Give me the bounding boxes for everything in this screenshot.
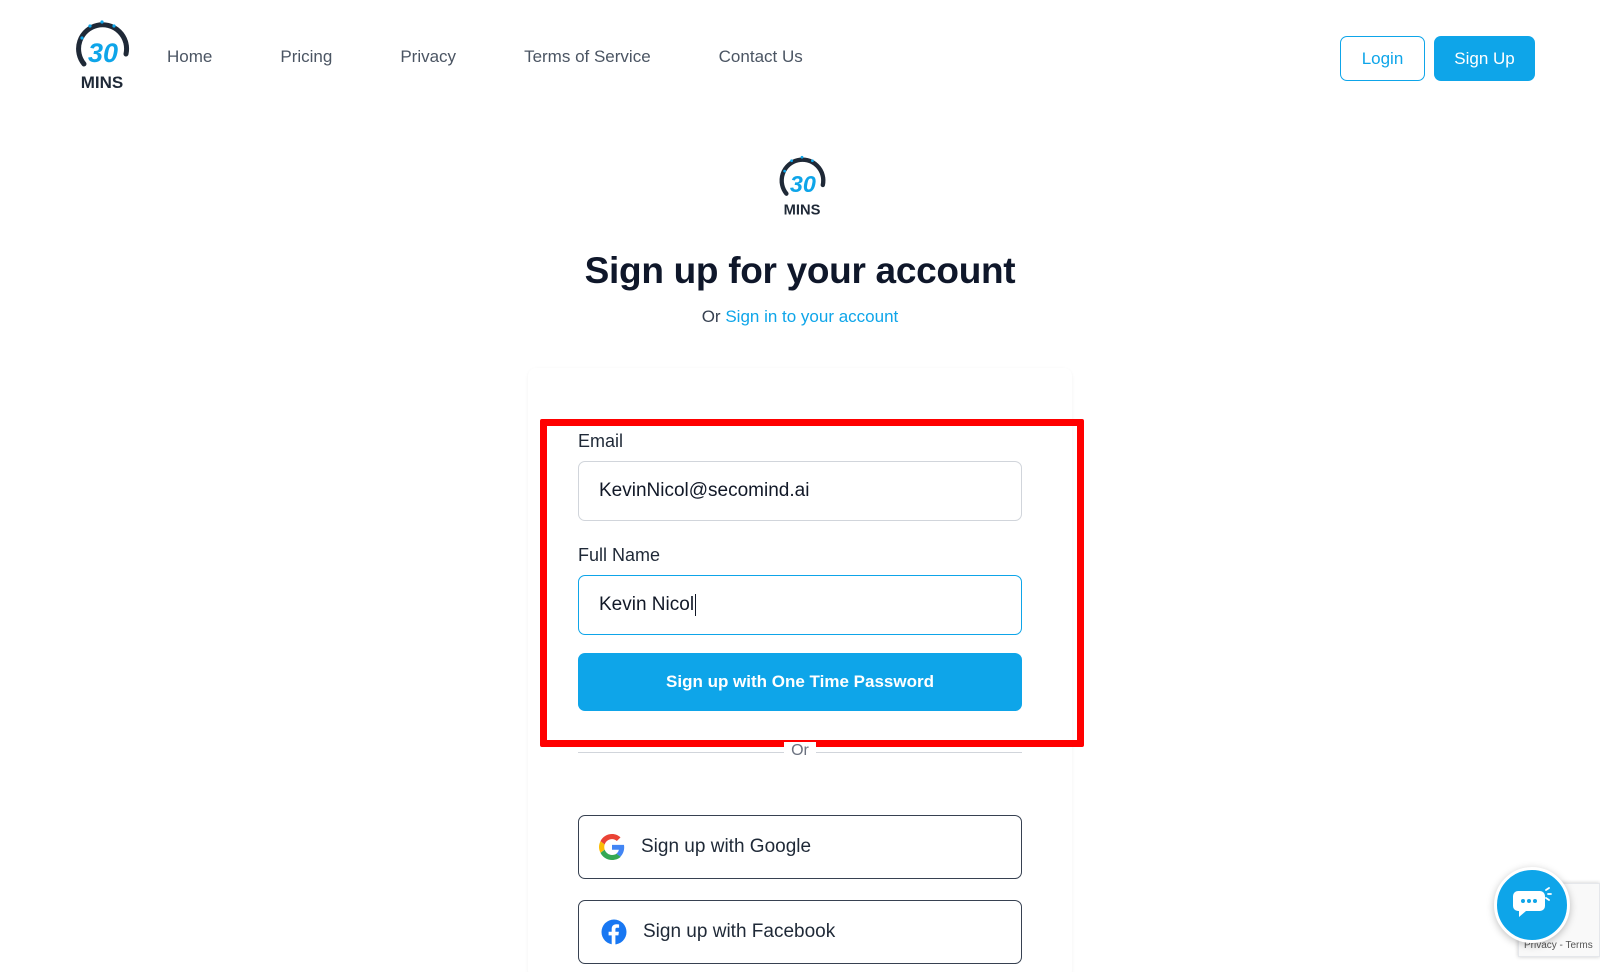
- nav-privacy[interactable]: Privacy: [400, 46, 456, 68]
- google-button-label: Sign up with Google: [641, 836, 812, 857]
- nav-terms[interactable]: Terms of Service: [524, 46, 651, 68]
- facebook-signup-button[interactable]: Sign up with Facebook: [578, 900, 1022, 964]
- center-logo-icon: 30 MINS: [779, 155, 826, 218]
- page-title: Sign up for your account: [584, 250, 1016, 291]
- otp-signup-button[interactable]: Sign up with One Time Password: [578, 653, 1022, 711]
- brand-logo-icon[interactable]: 30 MINS: [72, 16, 132, 92]
- header-signup-button[interactable]: Sign Up: [1434, 36, 1535, 81]
- google-icon: [599, 834, 625, 860]
- sign-in-link[interactable]: Sign in to your account: [725, 307, 898, 326]
- email-value: KevinNicol@secomind.ai: [599, 480, 810, 501]
- full-name-field[interactable]: Kevin Nicol: [578, 575, 1022, 635]
- full-name-value: Kevin Nicol: [599, 594, 695, 615]
- nav-home[interactable]: Home: [167, 46, 212, 68]
- login-button[interactable]: Login: [1340, 36, 1425, 81]
- center-logo-text: MINS: [784, 202, 821, 218]
- subtitle-prefix: Or: [701, 307, 721, 326]
- nav-contact[interactable]: Contact Us: [719, 46, 803, 68]
- google-signup-button[interactable]: Sign up with Google: [578, 815, 1022, 879]
- facebook-icon: [601, 919, 627, 945]
- divider-line-right: [816, 752, 1022, 753]
- divider-text: Or: [784, 742, 816, 760]
- page-subtitle: Or Sign in to your account: [0, 307, 1600, 327]
- text-caret: [695, 594, 697, 616]
- facebook-button-label: Sign up with Facebook: [643, 921, 836, 942]
- divider-line-left: [578, 752, 784, 753]
- email-field[interactable]: KevinNicol@secomind.ai: [578, 461, 1022, 521]
- chat-bubble-icon: [1513, 887, 1552, 917]
- site-header: 30 MINS Home Pricing Privacy Terms of Se…: [0, 0, 1600, 115]
- email-label: Email: [578, 431, 624, 451]
- main-nav: Home Pricing Privacy Terms of Service Co…: [167, 46, 871, 68]
- full-name-label: Full Name: [578, 545, 661, 565]
- logo-number: 30: [88, 38, 118, 68]
- nav-pricing[interactable]: Pricing: [280, 46, 332, 68]
- chat-widget-button[interactable]: [1494, 867, 1570, 943]
- logo-text: MINS: [81, 73, 124, 92]
- center-logo-number: 30: [790, 171, 816, 197]
